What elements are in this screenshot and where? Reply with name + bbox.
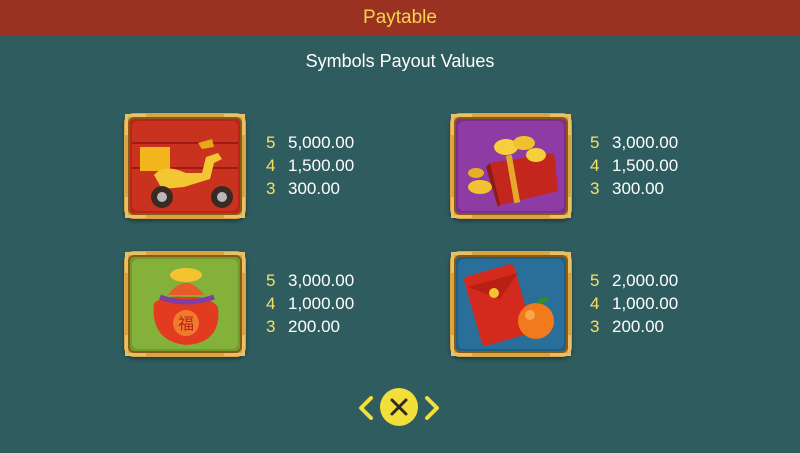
payout-amount: 200.00 <box>612 317 664 336</box>
match-count: 3 <box>590 179 600 198</box>
payout-row: 5 3,000.00 <box>590 131 678 154</box>
payout-list-red-envelope: 5 2,000.00 4 1,000.00 3 200.00 <box>590 269 678 338</box>
paytable-nav <box>358 387 440 429</box>
symbol-tile-lucky-bag: 福 <box>124 251 246 357</box>
payout-amount: 1,000.00 <box>612 294 679 313</box>
payout-amount: 3,000.00 <box>612 133 679 152</box>
payout-amount: 1,000.00 <box>288 294 355 313</box>
payout-list-scooter: 5 5,000.00 4 1,500.00 3 300.00 <box>266 131 354 200</box>
match-count: 3 <box>266 179 276 198</box>
payout-amount: 300.00 <box>612 179 664 198</box>
payout-list-treasure-chest: 5 3,000.00 4 1,500.00 3 300.00 <box>590 131 678 200</box>
close-button[interactable] <box>380 388 418 426</box>
payout-row: 3 200.00 <box>590 315 678 338</box>
symbol-frame <box>450 251 572 357</box>
match-count: 5 <box>266 271 276 290</box>
payout-row: 3 200.00 <box>266 315 354 338</box>
section-subtitle: Symbols Payout Values <box>305 51 495 71</box>
symbol-tile-red-envelope <box>450 251 572 357</box>
chevron-left-icon[interactable] <box>358 396 374 420</box>
payout-row: 5 5,000.00 <box>266 131 354 154</box>
symbol-frame <box>124 251 246 357</box>
close-icon <box>390 398 408 416</box>
payout-amount: 200.00 <box>288 317 340 336</box>
match-count: 4 <box>590 156 600 175</box>
payout-amount: 3,000.00 <box>288 271 355 290</box>
payout-row: 4 1,000.00 <box>266 292 354 315</box>
payout-row: 5 3,000.00 <box>266 269 354 292</box>
match-count: 4 <box>266 294 276 313</box>
match-count: 5 <box>266 133 276 152</box>
payout-row: 4 1,500.00 <box>266 154 354 177</box>
match-count: 4 <box>590 294 600 313</box>
payout-amount: 2,000.00 <box>612 271 679 290</box>
symbol-tile-treasure-chest <box>450 113 572 219</box>
payout-amount: 300.00 <box>288 179 340 198</box>
page-title: Paytable <box>363 7 437 28</box>
symbol-frame <box>124 113 246 219</box>
match-count: 3 <box>590 317 600 336</box>
payout-row: 4 1,000.00 <box>590 292 678 315</box>
match-count: 5 <box>590 133 600 152</box>
match-count: 3 <box>266 317 276 336</box>
match-count: 4 <box>266 156 276 175</box>
title-bar: Paytable <box>0 0 800 36</box>
payout-row: 5 2,000.00 <box>590 269 678 292</box>
payout-row: 3 300.00 <box>590 177 678 200</box>
symbol-tile-scooter <box>124 113 246 219</box>
payout-row: 4 1,500.00 <box>590 154 678 177</box>
payout-amount: 5,000.00 <box>288 133 355 152</box>
payout-amount: 1,500.00 <box>288 156 355 175</box>
payout-row: 3 300.00 <box>266 177 354 200</box>
payout-amount: 1,500.00 <box>612 156 679 175</box>
payout-list-lucky-bag: 5 3,000.00 4 1,000.00 3 200.00 <box>266 269 354 338</box>
symbol-frame <box>450 113 572 219</box>
chevron-right-icon[interactable] <box>424 396 440 420</box>
match-count: 5 <box>590 271 600 290</box>
